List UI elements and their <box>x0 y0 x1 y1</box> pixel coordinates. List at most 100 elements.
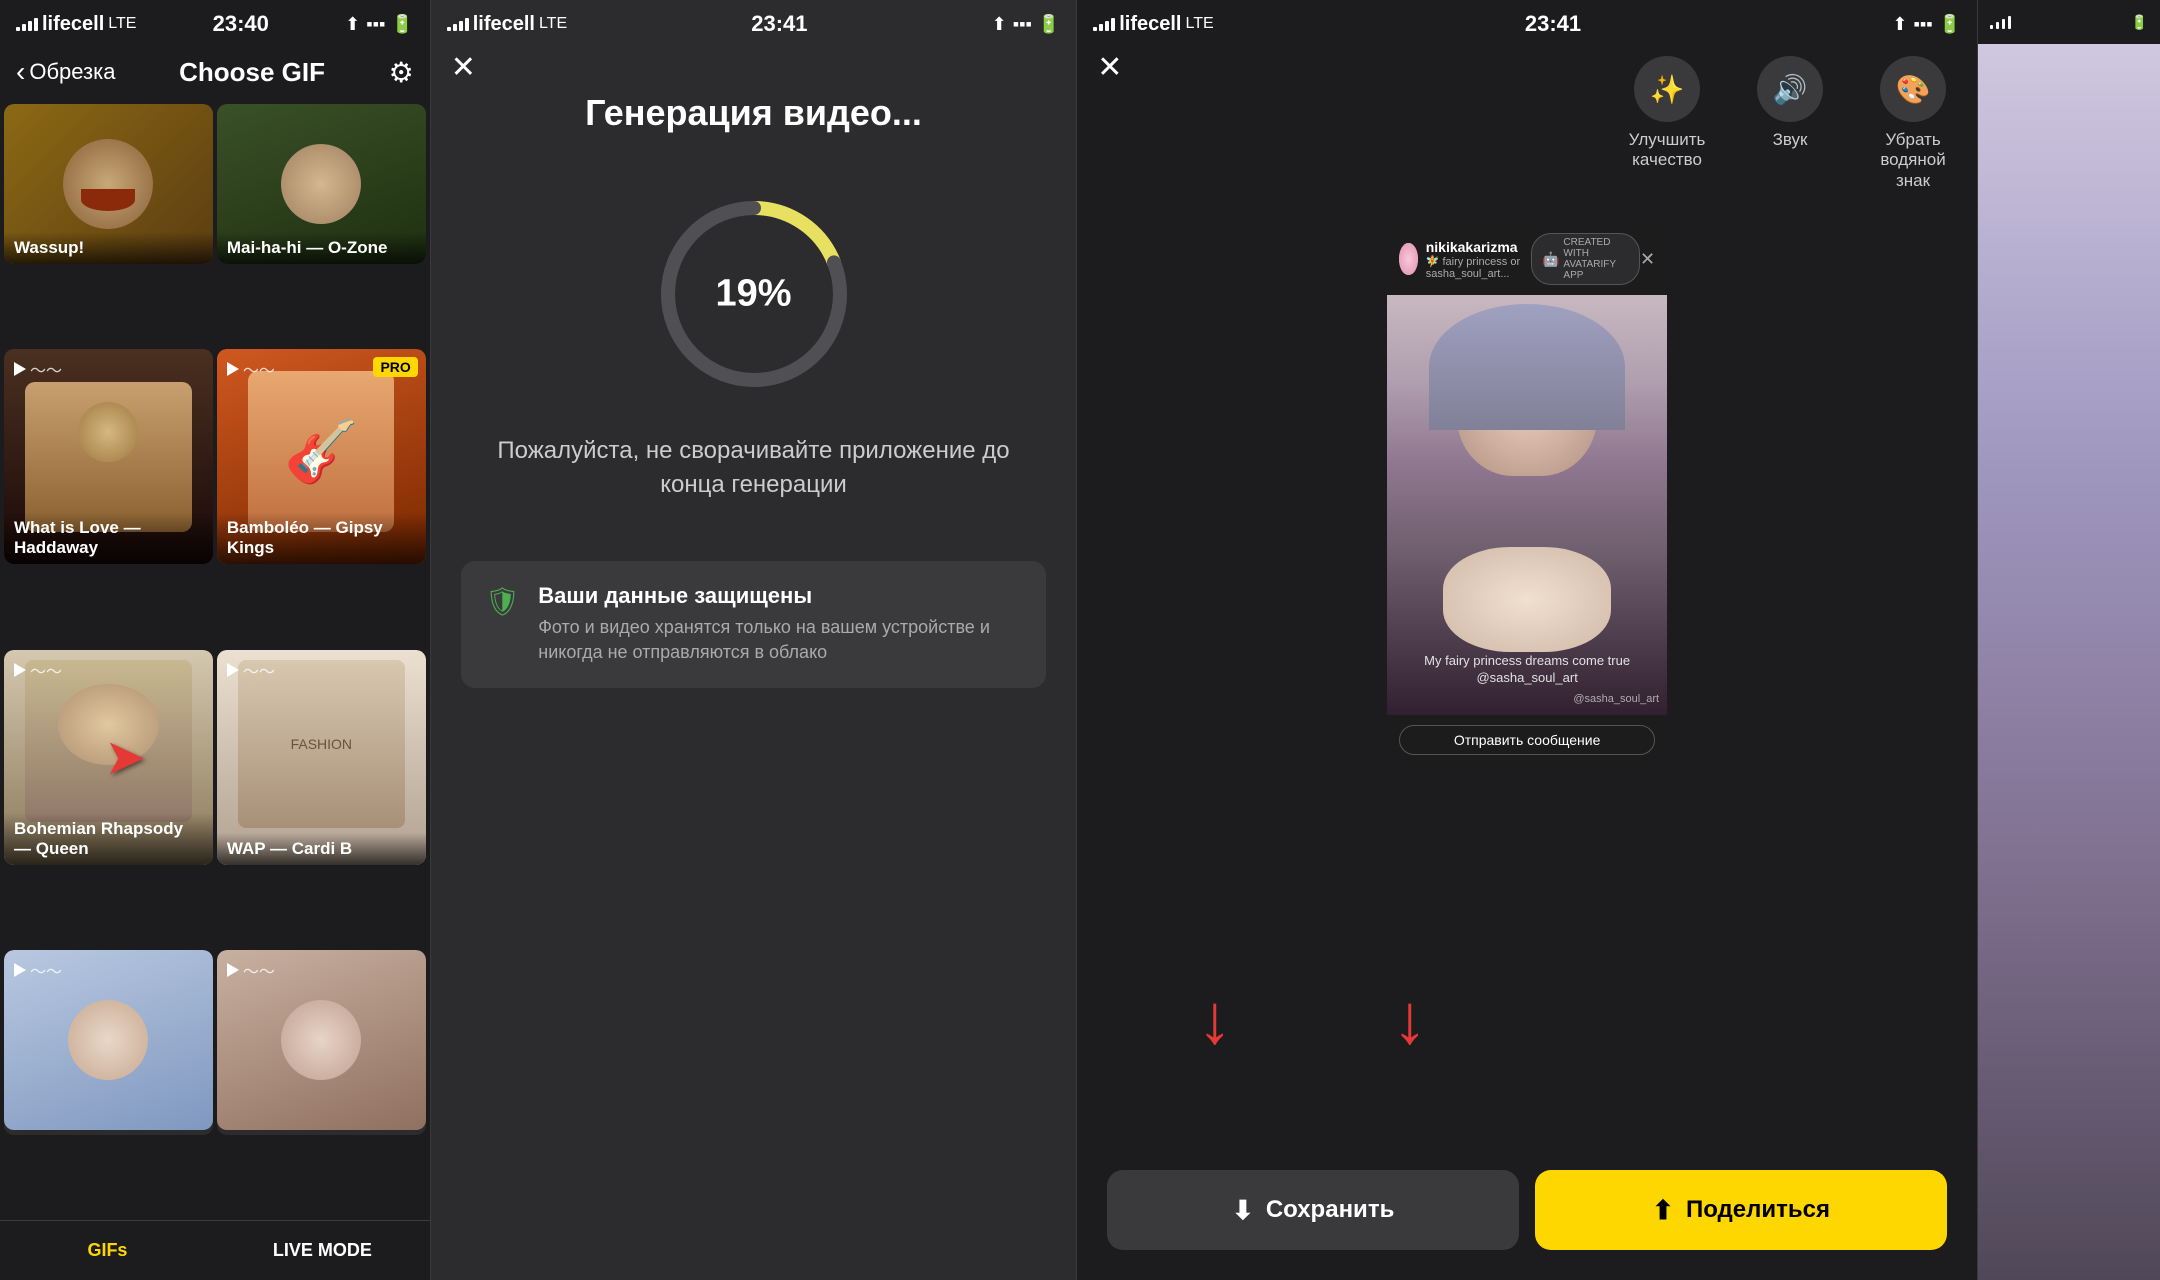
no-watermark-icon: 🎨 <box>1880 56 1946 122</box>
user-subtitle: 🧚 fairy princess or sasha_soul_art... <box>1426 255 1531 280</box>
gif-thumb-maihai: Mai-ha-hi — O-Zone <box>217 104 426 264</box>
play-triangle-icon <box>14 362 26 376</box>
gif-thumb-whatislove: 〜〜 What is Love — Haddaway <box>4 349 213 564</box>
back-button[interactable]: ‹ Обрезка <box>16 56 115 88</box>
status-bar-panel2: lifecell LTE 23:41 ⬆ ▪▪▪ 🔋 <box>431 0 1077 44</box>
carrier-panel3: lifecell LTE <box>1093 13 1213 36</box>
panel-choose-gif: lifecell LTE 23:40 ⬆ ▪▪▪ 🔋 ‹ Обрезка Cho… <box>0 0 430 1280</box>
gif-item-bohemian[interactable]: 〜〜 Bohemian Rhapsody — Queen ➤ <box>4 650 213 865</box>
arrow-down-right-icon: ↓ <box>1392 984 1427 1054</box>
tool-improve[interactable]: ✨ Улучшить качество <box>1627 56 1707 171</box>
watermark-text: @sasha_soul_art <box>1573 693 1659 705</box>
gif-thumb-gifs: 〜〜 <box>4 950 213 1130</box>
time-panel3: 23:41 <box>1525 11 1581 37</box>
shield-icon: 🛡 <box>485 585 521 618</box>
waveform-icon: 〜〜 <box>30 958 62 982</box>
gif-item-maihai[interactable]: Mai-ha-hi — O-Zone <box>217 104 426 264</box>
battery-panel2: ⬆ ▪▪▪ 🔋 <box>992 14 1061 35</box>
gif-play-gifs: 〜〜 <box>14 958 62 982</box>
signal-icon <box>447 18 469 31</box>
waveform-icon: 〜〜 <box>30 658 62 682</box>
security-description: Фото и видео хранятся только на вашем ус… <box>538 615 1022 665</box>
battery-panel1: ⬆ ▪▪▪ 🔋 <box>345 14 414 35</box>
generation-title: Генерация видео... <box>431 92 1077 134</box>
gif-label-whatislove: What is Love — Haddaway <box>4 512 213 564</box>
close-button-panel3[interactable]: ✕ <box>1097 50 1122 85</box>
time-panel1: 23:40 <box>213 11 269 37</box>
waveform-icon: 〜〜 <box>243 958 275 982</box>
time-panel2: 23:41 <box>751 11 807 37</box>
tab-live-mode[interactable]: LIVE MODE <box>215 1221 430 1280</box>
battery-icon: 🔋 <box>391 14 413 35</box>
pro-badge: PRO <box>373 357 417 377</box>
tool-improve-label: Улучшить качество <box>1627 130 1707 171</box>
gif-thumb-wassup: Wassup! <box>4 104 213 264</box>
gif-label-wap: WAP — Cardi B <box>217 833 426 865</box>
battery-panel3: ⬆ ▪▪▪ 🔋 <box>1892 14 1961 35</box>
gif-item-whatislove[interactable]: 〜〜 What is Love — Haddaway <box>4 349 213 564</box>
generation-subtitle: Пожалуйста, не сворачивайте приложение д… <box>431 434 1077 501</box>
play-triangle-icon <box>14 663 26 677</box>
back-label: Обрезка <box>29 59 115 85</box>
card-footer: Отправить сообщение <box>1387 715 1667 765</box>
gif-play-whatislove: 〜〜 <box>14 357 62 381</box>
nav-bar-panel1: ‹ Обрезка Choose GIF ⚙ <box>0 44 430 100</box>
play-triangle-icon <box>227 963 239 977</box>
close-button-panel2[interactable]: ✕ <box>451 50 476 85</box>
card-close-icon[interactable]: ✕ <box>1640 249 1655 270</box>
avatar <box>1399 243 1418 275</box>
panel-save-share: lifecell LTE 23:41 ⬆ ▪▪▪ 🔋 ✕ ✨ Улучшить … <box>1077 0 1977 1280</box>
gif-item-wap[interactable]: FASHION 〜〜 WAP — Cardi B <box>217 650 426 865</box>
fairy-text: My fairy princess dreams come true @sash… <box>1387 653 1667 687</box>
play-triangle-icon <box>227 362 239 376</box>
gif-label-wassup: Wassup! <box>4 232 213 264</box>
gif-play-bamboleo: 〜〜 <box>227 357 275 381</box>
gif-item-gifs[interactable]: 〜〜 <box>4 950 213 1135</box>
bottom-buttons: ⬇ Сохранить ⬆ Поделиться <box>1077 1154 1977 1280</box>
gif-play-bohemian: 〜〜 <box>14 658 62 682</box>
user-info: nikikakarizma 🧚 fairy princess or sasha_… <box>1399 239 1531 280</box>
share-button[interactable]: ⬆ Поделиться <box>1535 1170 1947 1250</box>
gif-thumb-bamboleo: 🎸 〜〜 PRO Bamboléo — Gipsy Kings <box>217 349 426 564</box>
gif-label-bohemian: Bohemian Rhapsody — Queen <box>4 813 213 865</box>
tab-gifs[interactable]: GIFs <box>0 1221 215 1280</box>
arrow-down-left-icon: ↓ <box>1197 984 1232 1054</box>
panel-right-peek: 🔋 <box>1977 0 2160 1280</box>
gif-item-wassup[interactable]: Wassup! <box>4 104 213 264</box>
gif-label-maihai: Mai-ha-hi — O-Zone <box>217 232 426 264</box>
signal-icon <box>1093 18 1115 31</box>
download-icon: ⬇ <box>1232 1195 1254 1226</box>
gif-play-live: 〜〜 <box>227 958 275 982</box>
tool-watermark[interactable]: 🎨 Убрать водяной знак <box>1873 56 1953 191</box>
chevron-left-icon: ‹ <box>16 56 25 88</box>
selection-arrow-icon: ➤ <box>104 728 146 786</box>
status-bar-panel3: lifecell LTE 23:41 ⬆ ▪▪▪ 🔋 <box>1077 0 1977 44</box>
tool-sound[interactable]: 🔊 Звук <box>1757 56 1823 150</box>
tool-sound-label: Звук <box>1773 130 1808 150</box>
send-message-button[interactable]: Отправить сообщение <box>1399 725 1655 755</box>
progress-percentage: 19% <box>715 273 791 316</box>
gif-play-wap: 〜〜 <box>227 658 275 682</box>
settings-button[interactable]: ⚙ <box>389 56 414 89</box>
video-content: My fairy princess dreams come true @sash… <box>1387 295 1667 715</box>
video-preview-card: nikikakarizma 🧚 fairy princess or sasha_… <box>1387 223 1667 765</box>
signal-icon <box>16 18 38 31</box>
security-box: 🛡 Ваши данные защищены Фото и видео хран… <box>461 561 1047 687</box>
play-triangle-icon <box>14 963 26 977</box>
gif-item-live[interactable]: 〜〜 <box>217 950 426 1135</box>
tool-watermark-label: Убрать водяной знак <box>1873 130 1953 191</box>
panel-generation: lifecell LTE 23:41 ⬆ ▪▪▪ 🔋 ✕ Генерация в… <box>431 0 1077 1280</box>
gif-item-bamboleo[interactable]: 🎸 〜〜 PRO Bamboléo — Gipsy Kings <box>217 349 426 564</box>
save-button[interactable]: ⬇ Сохранить <box>1107 1170 1519 1250</box>
username: nikikakarizma <box>1426 239 1531 255</box>
progress-container: 19% <box>431 194 1077 394</box>
card-header: nikikakarizma 🧚 fairy princess or sasha_… <box>1387 223 1667 295</box>
signal-icon2: ▪▪▪ <box>366 14 385 35</box>
security-title: Ваши данные защищены <box>538 583 1022 609</box>
arrows-container: ↓ ↓ <box>1197 984 1427 1054</box>
page-title: Choose GIF <box>179 57 325 88</box>
bottom-tabs: GIFs LIVE MODE <box>0 1220 430 1280</box>
waveform-icon: 〜〜 <box>243 357 275 381</box>
sound-icon: 🔊 <box>1757 56 1823 122</box>
gif-thumb-wap: FASHION 〜〜 WAP — Cardi B <box>217 650 426 865</box>
